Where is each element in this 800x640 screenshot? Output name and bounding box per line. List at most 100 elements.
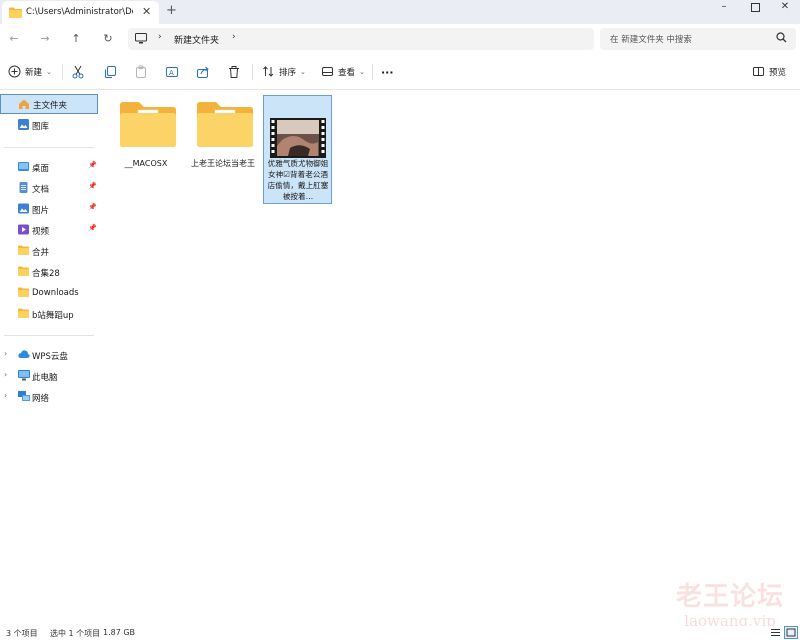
delete-button[interactable] <box>227 63 241 81</box>
gallery-icon <box>18 119 29 130</box>
chevron-right-icon[interactable]: › <box>4 391 7 400</box>
sidebar-item-label: 合集28 <box>32 269 60 279</box>
file-name: 优雅气质尤物御姐女神☑背着老公酒店偷情，戴上肛塞被按着… <box>267 159 329 201</box>
preview-button-label: 预览 <box>769 68 787 78</box>
sidebar-item-label: b站舞蹈up <box>32 311 74 321</box>
sidebar-item-videos[interactable]: 视频 📌 <box>0 220 98 240</box>
sidebar-item-this-pc[interactable]: › 此电脑 <box>0 366 98 386</box>
tab-active[interactable]: C:\Users\Administrator\Desktop ✕ <box>2 1 159 24</box>
more-options-button[interactable]: ··· <box>381 63 394 81</box>
chevron-right-icon[interactable]: › <box>4 349 7 358</box>
file-name: __MACOSX <box>124 159 168 168</box>
sidebar-item-desktop[interactable]: 桌面 📌 <box>0 157 98 177</box>
pin-icon[interactable]: 📌 <box>88 161 97 169</box>
share-icon <box>196 65 210 79</box>
tab-title: C:\Users\Administrator\Desktop <box>26 7 133 17</box>
sidebar-item-home[interactable]: 主文件夹 <box>0 94 98 114</box>
chevron-down-icon: ⌄ <box>359 68 365 76</box>
file-name: 上老王论坛当老王 <box>191 159 255 168</box>
sidebar-divider <box>4 335 94 336</box>
folder-icon <box>18 245 29 256</box>
maximize-icon[interactable] <box>740 0 770 16</box>
pin-icon[interactable]: 📌 <box>88 203 97 211</box>
breadcrumb-item[interactable]: 新建文件夹 <box>174 33 219 46</box>
close-icon[interactable]: ✕ <box>142 5 151 19</box>
sidebar-item-folder[interactable]: 合集28 <box>0 262 98 282</box>
selection-size: 1.87 GB <box>103 628 136 637</box>
toolbar-divider <box>62 64 63 80</box>
sidebar-item-downloads[interactable]: Downloads <box>0 283 98 303</box>
home-icon <box>18 98 29 109</box>
chevron-right-icon[interactable]: › <box>4 370 7 379</box>
preview-pane-icon <box>752 65 766 79</box>
folder-item[interactable]: 上老王论坛当老王 <box>189 95 257 203</box>
paste-button[interactable] <box>134 63 148 81</box>
sidebar-item-pictures[interactable]: 图片 📌 <box>0 199 98 219</box>
video-thumbnail <box>270 118 326 158</box>
pin-icon[interactable]: 📌 <box>88 224 97 232</box>
large-icons-view-icon[interactable] <box>784 626 798 639</box>
cloud-icon <box>18 349 30 360</box>
arrow-right-icon[interactable]: → <box>36 31 54 47</box>
folder-item[interactable]: __MACOSX <box>112 95 180 203</box>
sort-button-label: 排序 <box>279 68 297 78</box>
sidebar-item-folder[interactable]: b站舞蹈up <box>0 304 98 324</box>
pictures-icon <box>18 203 29 214</box>
chevron-right-icon[interactable]: › <box>158 32 162 42</box>
sidebar-item-label: Downloads <box>32 288 79 298</box>
folder-icon <box>18 287 29 298</box>
video-file-item[interactable]: 优雅气质尤物御姐女神☑背着老公酒店偷情，戴上肛塞被按着… <box>263 95 332 204</box>
copy-button[interactable] <box>103 63 117 81</box>
sidebar-item-documents[interactable]: 文档 📌 <box>0 178 98 198</box>
svg-text:A: A <box>169 69 174 77</box>
pin-icon[interactable]: 📌 <box>88 182 97 190</box>
sidebar-item-label: 合并 <box>32 248 50 258</box>
minimize-icon[interactable]: – <box>709 0 739 16</box>
plus-icon[interactable]: + <box>166 4 177 18</box>
cut-icon <box>71 65 85 79</box>
sort-button[interactable]: 排序 ⌄ <box>262 63 306 81</box>
selection-count: 选中 1 个项目 <box>50 629 101 638</box>
refresh-icon[interactable]: ↻ <box>99 31 117 47</box>
preview-pane-button[interactable]: 预览 <box>752 63 786 81</box>
command-bar: 新建 ⌄ A 排序 ⌄ 查看 ⌄ ··· 预览 <box>0 54 800 90</box>
new-button[interactable]: 新建 ⌄ <box>8 63 52 81</box>
sidebar-item-label: 图库 <box>32 122 50 132</box>
toolbar-divider <box>252 64 253 80</box>
sort-icon <box>262 65 276 79</box>
chevron-down-icon: ⌄ <box>46 68 52 76</box>
sidebar-item-wps-cloud[interactable]: › WPS云盘 <box>0 345 98 365</box>
toolbar-divider <box>372 64 373 80</box>
arrow-left-icon[interactable]: ← <box>5 31 23 47</box>
view-icon <box>321 65 335 79</box>
cut-button[interactable] <box>71 63 85 81</box>
navigation-bar: ← → ↑ ↻ › 新建文件夹 › 在 新建文件夹 中搜索 <box>0 24 800 54</box>
sidebar-item-folder[interactable]: 合并 <box>0 241 98 261</box>
address-bar[interactable]: › 新建文件夹 › <box>128 28 594 50</box>
details-view-icon[interactable] <box>770 627 781 640</box>
rename-icon: A <box>165 65 179 79</box>
chevron-right-icon[interactable]: › <box>232 32 236 42</box>
sidebar-item-label: 图片 <box>32 206 50 216</box>
navigation-pane: 主文件夹 图库 桌面 📌 文档 📌 图片 📌 视频 📌 合并 合集28 Down… <box>0 91 100 626</box>
sidebar-item-network[interactable]: › 网络 <box>0 387 98 407</box>
share-button[interactable] <box>196 63 210 81</box>
paste-icon <box>134 65 148 79</box>
sidebar-item-label: 主文件夹 <box>33 101 68 111</box>
sidebar-item-label: WPS云盘 <box>32 352 68 362</box>
window-close-icon[interactable]: ✕ <box>770 0 800 16</box>
folder-icon <box>18 266 29 277</box>
folder-icon <box>197 101 253 151</box>
new-button-label: 新建 <box>25 68 43 78</box>
search-input[interactable]: 在 新建文件夹 中搜索 <box>600 28 796 50</box>
sidebar-divider <box>4 147 94 148</box>
rename-button[interactable]: A <box>165 63 179 81</box>
sidebar-item-gallery[interactable]: 图库 <box>0 115 98 135</box>
file-list: __MACOSX 上老王论坛当老王 优雅气质尤物御姐女神☑背着老公酒店偷情，戴上… <box>100 91 800 626</box>
monitor-icon <box>135 33 147 47</box>
arrow-up-icon[interactable]: ↑ <box>67 31 85 47</box>
trash-icon <box>227 65 241 79</box>
sidebar-item-label: 此电脑 <box>32 373 58 383</box>
search-icon[interactable] <box>776 32 787 46</box>
view-button[interactable]: 查看 ⌄ <box>321 63 365 81</box>
